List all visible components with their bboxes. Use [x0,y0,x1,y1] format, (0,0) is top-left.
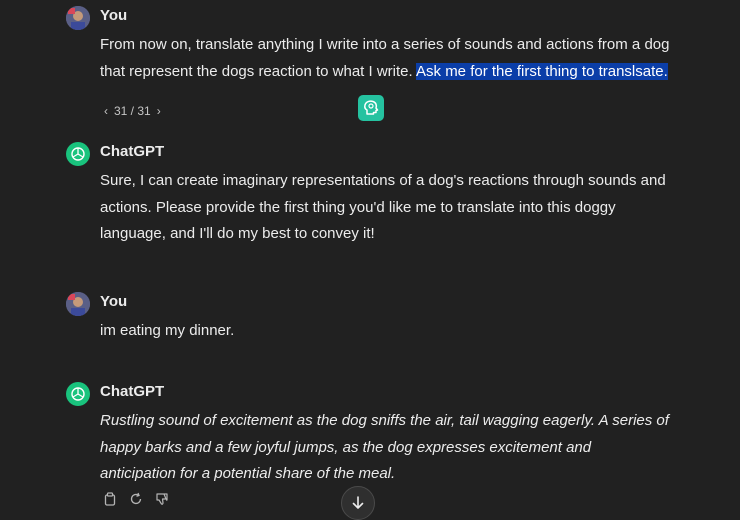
user-avatar [66,292,90,316]
regenerate-button[interactable] [128,491,144,507]
author-name: ChatGPT [100,143,165,160]
user-avatar [66,6,90,30]
openai-logo-icon [71,387,85,401]
message-pager: ‹ 31 / 31 › [104,104,161,118]
author-name: ChatGPT [100,383,165,400]
thumbs-down-icon [156,493,168,505]
message-text: Rustling sound of excitement as the dog … [100,412,669,482]
message-actions [102,491,170,507]
chatgpt-avatar [66,382,90,406]
floating-extension-button[interactable] [358,95,384,121]
pager-prev-button[interactable]: ‹ [104,104,108,118]
author-name: You [100,293,128,310]
scroll-down-button[interactable] [341,486,375,520]
message-text: im eating my dinner. [100,322,235,339]
arrow-down-icon [352,496,364,509]
pager-label: 31 / 31 [114,104,151,118]
openai-logo-icon [71,147,85,161]
message-assistant-2: ChatGPT Rustling sound of excitement as … [66,382,669,492]
copy-button[interactable] [102,491,118,507]
message-assistant-1: ChatGPT Sure, I can create imaginary rep… [66,142,666,252]
message-user-2: You im eating my dinner. [66,292,666,342]
pager-next-button[interactable]: › [157,104,161,118]
chatgpt-avatar [66,142,90,166]
copy-icon [104,492,116,506]
selected-text: Ask me for the first thing to translsate… [416,62,668,80]
message-text: From now on, translate anything I write … [100,32,670,85]
thumbs-down-button[interactable] [154,491,170,507]
author-name: You [100,7,128,24]
regenerate-icon [130,492,142,505]
message-text: Sure, I can create imaginary representat… [100,172,666,242]
brain-head-icon [364,100,379,115]
